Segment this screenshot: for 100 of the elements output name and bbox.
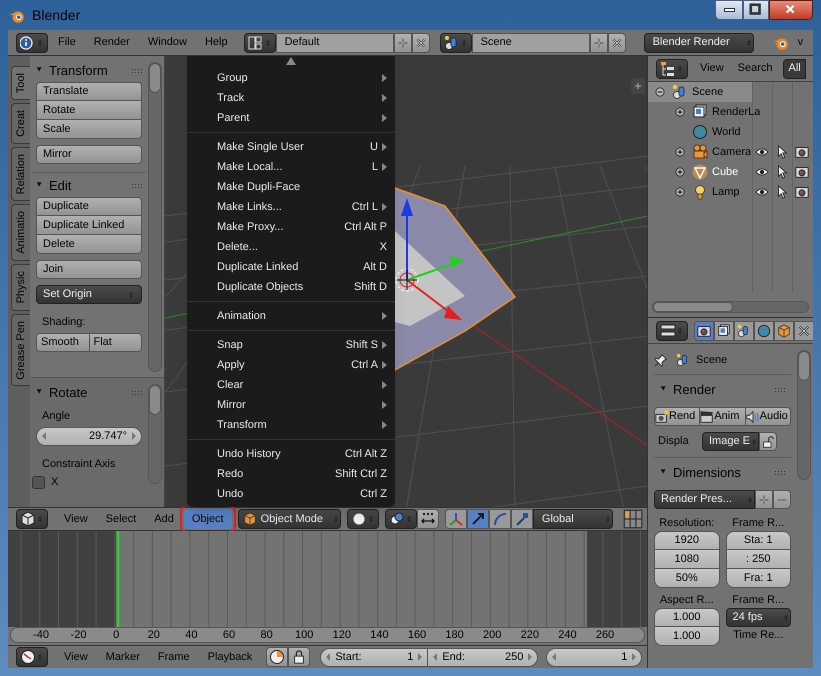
frame-rate-dropdown[interactable]: 24 fps bbox=[726, 608, 791, 627]
menu-item[interactable]: Frame bbox=[150, 648, 198, 666]
menu-item[interactable]: Group bbox=[187, 68, 395, 88]
filter-dropdown[interactable]: All bbox=[782, 58, 806, 78]
frame-number: 80 bbox=[260, 628, 273, 642]
menu-item[interactable]: View bbox=[56, 648, 96, 666]
shading-button[interactable]: Flat bbox=[90, 332, 142, 352]
menu-item[interactable]: Playback bbox=[200, 648, 260, 666]
tool-button[interactable]: Delete bbox=[36, 235, 142, 254]
panel-title[interactable]: Transform bbox=[49, 61, 108, 81]
tree-item[interactable]: Camera bbox=[648, 142, 752, 162]
current-frame-field[interactable]: 1 bbox=[546, 648, 642, 666]
shelf-tab[interactable]: Physic bbox=[11, 264, 30, 311]
render-button[interactable]: Rend bbox=[654, 407, 700, 426]
render-engine-dropdown[interactable]: Blender Render bbox=[644, 32, 754, 52]
shading-button[interactable]: Smooth bbox=[36, 332, 90, 352]
menu-item[interactable]: Duplicate Objects Shift D bbox=[187, 277, 395, 297]
end-frame-field[interactable]: End: 250 bbox=[428, 648, 538, 666]
menu-item[interactable]: Apply Ctrl A bbox=[187, 355, 395, 375]
resolution-field[interactable]: 1920 bbox=[654, 531, 720, 550]
breadcrumb: Scene bbox=[696, 352, 728, 368]
menu-item[interactable]: Delete... X bbox=[187, 237, 395, 257]
menu-item[interactable]: Make Single User U bbox=[187, 137, 395, 157]
menu-item[interactable]: Window bbox=[140, 34, 195, 51]
layout-name-field[interactable]: Default bbox=[276, 32, 394, 52]
menu-item[interactable]: Select bbox=[98, 509, 144, 529]
shelf-tab[interactable]: Creat bbox=[11, 103, 30, 144]
frame-number: 160 bbox=[408, 628, 426, 642]
tree-item[interactable]: Cube bbox=[648, 162, 752, 182]
menu-item[interactable]: View bbox=[56, 509, 96, 529]
menu-item[interactable]: Snap Shift S bbox=[187, 335, 395, 355]
aspect-field[interactable]: 1.000 bbox=[654, 608, 720, 627]
frame-number: 60 bbox=[222, 628, 236, 642]
frame-range-field[interactable]: Sta: 1 bbox=[726, 531, 791, 550]
tree-item[interactable]: Scene bbox=[648, 82, 752, 102]
menu-item[interactable]: Parent bbox=[187, 108, 395, 128]
panel-title[interactable]: Render bbox=[673, 380, 716, 400]
tool-button[interactable]: Duplicate bbox=[36, 197, 142, 216]
menu-item[interactable]: Marker bbox=[98, 648, 148, 666]
orientation-dropdown[interactable]: Global bbox=[532, 509, 613, 529]
menu-item[interactable]: Render bbox=[86, 34, 138, 51]
shelf-tab[interactable]: Relation bbox=[11, 147, 30, 202]
frame-number: 120 bbox=[332, 628, 351, 642]
menu-item[interactable]: Duplicate Linked Alt D bbox=[187, 257, 395, 277]
resolution-field[interactable]: 1080 bbox=[654, 550, 720, 569]
scene-name-field[interactable]: Scene bbox=[472, 32, 590, 52]
tool-button[interactable]: Duplicate Linked bbox=[36, 216, 142, 235]
menu-item[interactable]: View bbox=[694, 60, 730, 77]
render-button[interactable]: Anim bbox=[700, 407, 746, 426]
menu-item[interactable]: Undo History Ctrl Alt Z bbox=[187, 444, 395, 464]
panel-title[interactable]: Dimensions bbox=[673, 463, 741, 483]
frame-range-field[interactable]: : 250 bbox=[726, 550, 791, 569]
shelf-tab[interactable]: Tool bbox=[11, 66, 30, 100]
frame-number: 200 bbox=[483, 628, 502, 642]
menu-item[interactable]: Mirror bbox=[187, 395, 395, 415]
menu-item[interactable]: Make Proxy... Ctrl Alt P bbox=[187, 217, 395, 237]
panel-title[interactable]: Edit bbox=[49, 176, 72, 196]
tool-button[interactable]: Rotate bbox=[36, 101, 142, 120]
menu-item[interactable]: Animation bbox=[187, 306, 395, 326]
field-label: Frame R... bbox=[731, 516, 786, 531]
menu-item[interactable]: Undo Ctrl Z bbox=[187, 484, 395, 504]
menu-item[interactable]: Track bbox=[187, 88, 395, 108]
menu-item[interactable]: Help bbox=[196, 34, 236, 51]
menu-item[interactable]: Add bbox=[146, 509, 182, 529]
tool-button[interactable]: Mirror bbox=[36, 145, 142, 164]
set-origin-dropdown[interactable]: Set Origin bbox=[36, 285, 142, 304]
menu-item[interactable]: Search bbox=[732, 60, 779, 77]
display-dropdown[interactable]: Image E bbox=[702, 432, 759, 451]
render-button[interactable]: Audio bbox=[746, 407, 791, 426]
tree-item[interactable]: RenderLa bbox=[648, 102, 760, 122]
panel-title[interactable]: Rotate bbox=[49, 383, 88, 403]
shelf-tab[interactable]: Animatio bbox=[11, 204, 30, 262]
aspect-field[interactable]: 1.000 bbox=[654, 627, 720, 646]
menu-item[interactable]: Object bbox=[184, 509, 232, 529]
menu-item[interactable]: Redo Shift Ctrl Z bbox=[187, 464, 395, 484]
version-text: v bbox=[798, 35, 804, 50]
angle-field[interactable]: 29.747° bbox=[36, 426, 142, 446]
tool-button[interactable]: Scale bbox=[36, 120, 142, 139]
menu-item[interactable]: File bbox=[50, 34, 84, 51]
menu-item[interactable]: Make Local... L bbox=[187, 157, 395, 177]
frame-range-field[interactable]: Fra: 1 bbox=[726, 569, 791, 588]
tool-button[interactable]: Translate bbox=[36, 82, 142, 101]
start-frame-field[interactable]: Start: 1 bbox=[320, 648, 428, 666]
field-label: Aspect R... bbox=[658, 593, 715, 608]
menu-item[interactable]: Make Links... Ctrl L bbox=[187, 197, 395, 217]
menu-item[interactable]: Transform bbox=[187, 415, 395, 435]
menu-item[interactable]: Make Dupli-Face bbox=[187, 177, 395, 197]
mode-dropdown[interactable]: Object Mode bbox=[238, 509, 341, 529]
tool-button[interactable]: Join bbox=[36, 260, 142, 279]
resolution-field[interactable]: 50% bbox=[654, 569, 720, 588]
frame-number: 220 bbox=[520, 628, 539, 642]
preset-dropdown[interactable]: Render Pres... bbox=[654, 490, 755, 509]
tree-item[interactable]: Lamp bbox=[648, 182, 752, 202]
axis-checkbox[interactable]: X bbox=[32, 474, 142, 490]
tree-item[interactable]: World bbox=[648, 122, 752, 142]
frame-number: 180 bbox=[445, 628, 464, 642]
frame-number: 260 bbox=[596, 628, 614, 642]
frame-number: -40 bbox=[33, 628, 49, 642]
shelf-tab[interactable]: Grease Pen bbox=[11, 314, 30, 386]
menu-item[interactable]: Clear bbox=[187, 375, 395, 395]
